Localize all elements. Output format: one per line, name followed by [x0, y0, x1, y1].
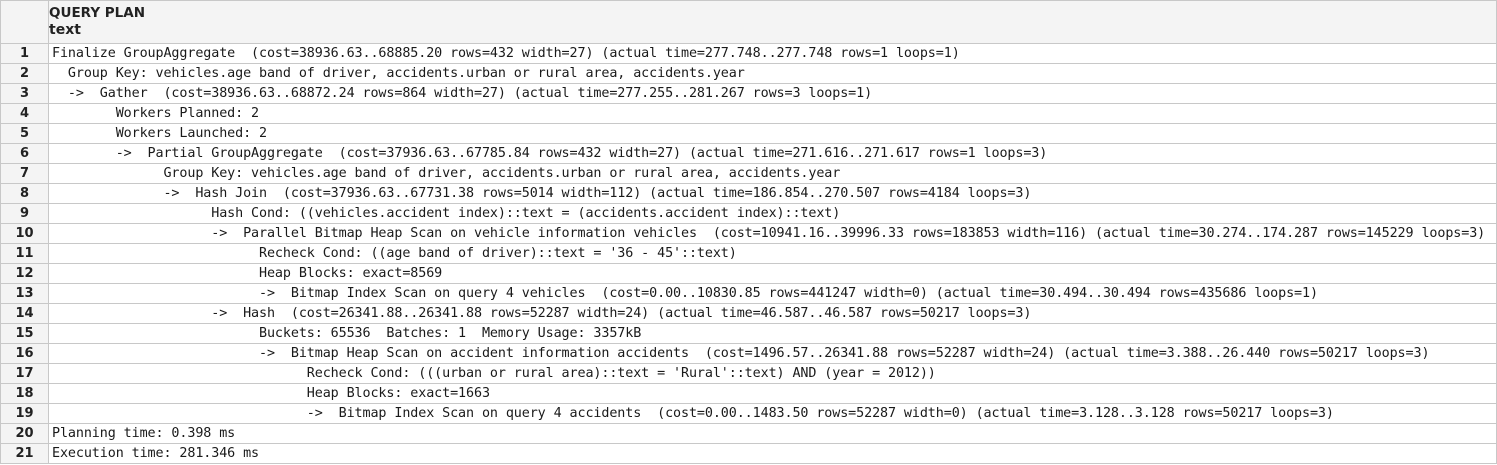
row-number[interactable]: 13	[0, 283, 49, 304]
row-number[interactable]: 1	[0, 43, 49, 64]
table-row[interactable]: 6 -> Partial GroupAggregate (cost=37936.…	[0, 143, 1497, 164]
row-number[interactable]: 2	[0, 63, 49, 84]
query-plan-cell[interactable]: Group Key: vehicles.age band of driver, …	[48, 63, 1497, 84]
row-number[interactable]: 17	[0, 363, 49, 384]
table-row[interactable]: 15 Buckets: 65536 Batches: 1 Memory Usag…	[0, 323, 1497, 344]
row-number[interactable]: 8	[0, 183, 49, 204]
table-row[interactable]: 5 Workers Launched: 2	[0, 123, 1497, 144]
row-number[interactable]: 11	[0, 243, 49, 264]
query-plan-cell[interactable]: Recheck Cond: ((age band of driver)::tex…	[48, 243, 1497, 264]
table-row[interactable]: 14 -> Hash (cost=26341.88..26341.88 rows…	[0, 303, 1497, 324]
header-row: QUERY PLAN text	[0, 0, 1497, 44]
row-number[interactable]: 9	[0, 203, 49, 224]
table-row[interactable]: 18 Heap Blocks: exact=1663	[0, 383, 1497, 404]
row-number[interactable]: 18	[0, 383, 49, 404]
row-number[interactable]: 21	[0, 443, 49, 464]
row-number[interactable]: 4	[0, 103, 49, 124]
query-plan-cell[interactable]: -> Bitmap Heap Scan on accident informat…	[48, 343, 1497, 364]
row-number[interactable]: 12	[0, 263, 49, 284]
table-row[interactable]: 9 Hash Cond: ((vehicles.accident index):…	[0, 203, 1497, 224]
table-row[interactable]: 21 Execution time: 281.346 ms	[0, 443, 1497, 464]
query-plan-cell[interactable]: -> Partial GroupAggregate (cost=37936.63…	[48, 143, 1497, 164]
query-plan-cell[interactable]: Hash Cond: ((vehicles.accident index)::t…	[48, 203, 1497, 224]
table-row[interactable]: 17 Recheck Cond: (((urban or rural area)…	[0, 363, 1497, 384]
table-row[interactable]: 3 -> Gather (cost=38936.63..68872.24 row…	[0, 83, 1497, 104]
query-plan-cell[interactable]: -> Bitmap Index Scan on query 4 accident…	[48, 403, 1497, 424]
table-row[interactable]: 11 Recheck Cond: ((age band of driver)::…	[0, 243, 1497, 264]
table-row[interactable]: 2 Group Key: vehicles.age band of driver…	[0, 63, 1497, 84]
query-plan-cell[interactable]: -> Hash (cost=26341.88..26341.88 rows=52…	[48, 303, 1497, 324]
row-number-header[interactable]	[0, 0, 49, 44]
table-row[interactable]: 20 Planning time: 0.398 ms	[0, 423, 1497, 444]
row-number[interactable]: 3	[0, 83, 49, 104]
query-plan-cell[interactable]: Group Key: vehicles.age band of driver, …	[48, 163, 1497, 184]
row-number[interactable]: 10	[0, 223, 49, 244]
query-plan-cell[interactable]: Workers Planned: 2	[48, 103, 1497, 124]
query-plan-cell[interactable]: Buckets: 65536 Batches: 1 Memory Usage: …	[48, 323, 1497, 344]
table-row[interactable]: 13 -> Bitmap Index Scan on query 4 vehic…	[0, 283, 1497, 304]
table-row[interactable]: 16 -> Bitmap Heap Scan on accident infor…	[0, 343, 1497, 364]
query-plan-cell[interactable]: -> Gather (cost=38936.63..68872.24 rows=…	[48, 83, 1497, 104]
row-number[interactable]: 14	[0, 303, 49, 324]
query-plan-cell[interactable]: Planning time: 0.398 ms	[48, 423, 1497, 444]
table-row[interactable]: 12 Heap Blocks: exact=8569	[0, 263, 1497, 284]
table-row[interactable]: 10 -> Parallel Bitmap Heap Scan on vehic…	[0, 223, 1497, 244]
row-number[interactable]: 15	[0, 323, 49, 344]
row-number[interactable]: 5	[0, 123, 49, 144]
table-row[interactable]: 7 Group Key: vehicles.age band of driver…	[0, 163, 1497, 184]
table-row[interactable]: 8 -> Hash Join (cost=37936.63..67731.38 …	[0, 183, 1497, 204]
table-row[interactable]: 4 Workers Planned: 2	[0, 103, 1497, 124]
column-header-query-plan[interactable]: QUERY PLAN text	[48, 0, 1497, 44]
query-plan-cell[interactable]: Workers Launched: 2	[48, 123, 1497, 144]
table-row[interactable]: 1 Finalize GroupAggregate (cost=38936.63.…	[0, 43, 1497, 64]
query-plan-cell[interactable]: -> Bitmap Index Scan on query 4 vehicles…	[48, 283, 1497, 304]
row-number[interactable]: 19	[0, 403, 49, 424]
query-plan-cell[interactable]: -> Hash Join (cost=37936.63..67731.38 ro…	[48, 183, 1497, 204]
query-plan-cell[interactable]: -> Parallel Bitmap Heap Scan on vehicle …	[48, 223, 1497, 244]
query-plan-cell[interactable]: Heap Blocks: exact=1663	[48, 383, 1497, 404]
row-number[interactable]: 6	[0, 143, 49, 164]
query-plan-cell[interactable]: Finalize GroupAggregate (cost=38936.63..…	[48, 43, 1497, 64]
table-row[interactable]: 19 -> Bitmap Index Scan on query 4 accid…	[0, 403, 1497, 424]
row-number[interactable]: 20	[0, 423, 49, 444]
result-rows: 1 Finalize GroupAggregate (cost=38936.63.…	[0, 43, 1497, 464]
query-result-grid: QUERY PLAN text 1 Finalize GroupAggregate…	[0, 0, 1497, 464]
query-plan-cell[interactable]: Execution time: 281.346 ms	[48, 443, 1497, 464]
column-header-type: text	[49, 22, 81, 38]
row-number[interactable]: 7	[0, 163, 49, 184]
column-header-name: QUERY PLAN	[49, 5, 146, 21]
query-plan-cell[interactable]: Heap Blocks: exact=8569	[48, 263, 1497, 284]
query-plan-cell[interactable]: Recheck Cond: (((urban or rural area)::t…	[48, 363, 1497, 384]
row-number[interactable]: 16	[0, 343, 49, 364]
